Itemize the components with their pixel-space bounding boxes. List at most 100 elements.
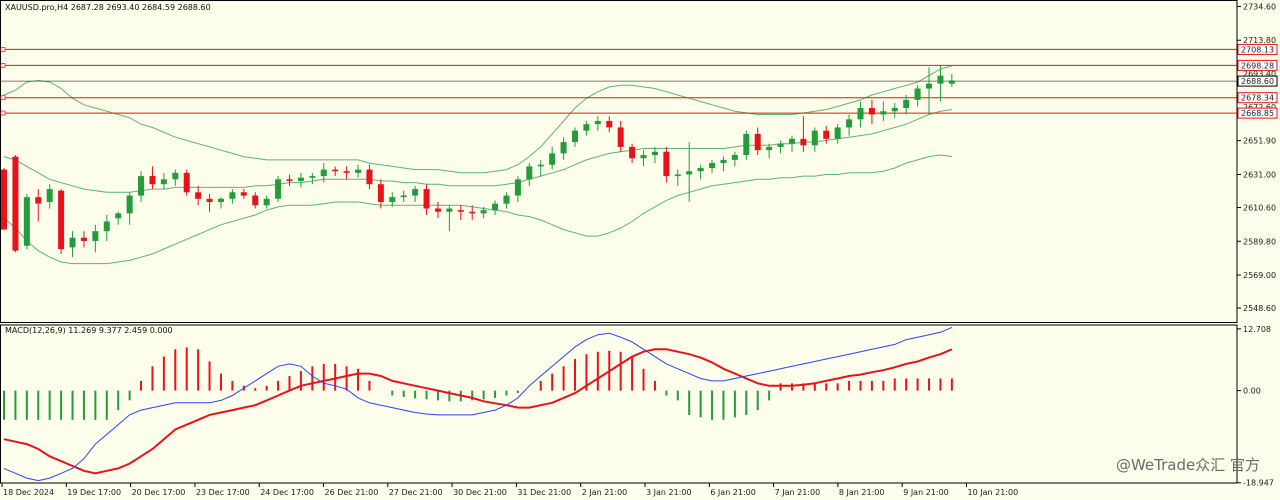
candle-body bbox=[766, 146, 773, 151]
candle-body bbox=[788, 138, 795, 144]
level-price-label: 2708.13 bbox=[1241, 45, 1274, 54]
candle-body bbox=[355, 169, 362, 173]
candle-body bbox=[834, 127, 841, 139]
candle-body bbox=[252, 195, 259, 206]
candle-body bbox=[343, 171, 350, 173]
candle-body bbox=[948, 80, 955, 84]
level-price-label: 2678.34 bbox=[1241, 94, 1274, 103]
candle-body bbox=[35, 197, 42, 204]
time-axis-label: 30 Dec 21:00 bbox=[453, 488, 507, 497]
level-price-label: 2668.85 bbox=[1241, 109, 1274, 118]
candle-body bbox=[206, 198, 213, 203]
candle-body bbox=[640, 155, 647, 159]
time-axis-label: 20 Dec 17:00 bbox=[132, 488, 186, 497]
time-axis-label: 19 Dec 17:00 bbox=[67, 488, 121, 497]
candle-body bbox=[514, 179, 521, 196]
candle-body bbox=[172, 172, 179, 180]
candle-body bbox=[366, 169, 373, 185]
macd-axis-label: 0.00 bbox=[1243, 387, 1261, 396]
candle-body bbox=[480, 210, 487, 214]
candle-body bbox=[880, 111, 887, 115]
level-line-handle[interactable] bbox=[0, 110, 6, 116]
candle-body bbox=[309, 176, 316, 178]
macd-main-line bbox=[3, 326, 953, 482]
candle-body bbox=[1, 169, 7, 230]
time-axis-label: 8 Jan 21:00 bbox=[839, 488, 885, 497]
macd-info: MACD(12,26,9) 11.269 9.377 2.459 0.000 bbox=[5, 326, 173, 335]
candle-body bbox=[423, 189, 430, 209]
symbol-info: XAUUSD.pro,H4 2687.28 2693.40 2684.59 26… bbox=[5, 3, 211, 12]
price-axis-label: 2631.00 bbox=[1243, 170, 1276, 179]
candle-body bbox=[400, 195, 407, 198]
bollinger-upper-line bbox=[3, 65, 953, 174]
candle-body bbox=[823, 130, 830, 139]
candle-body bbox=[217, 198, 224, 203]
time-axis-label: 18 Dec 2024 bbox=[3, 488, 54, 497]
candle-body bbox=[492, 203, 499, 211]
price-axis-label: 2713.80 bbox=[1243, 36, 1276, 45]
candle-body bbox=[857, 108, 864, 120]
level-line-handle[interactable] bbox=[0, 95, 6, 101]
candle-body bbox=[526, 166, 533, 180]
candle-body bbox=[537, 164, 544, 167]
time-axis-label: 9 Jan 21:00 bbox=[903, 488, 949, 497]
time-axis-label: 7 Jan 21:00 bbox=[775, 488, 821, 497]
candle-body bbox=[697, 167, 704, 172]
candle-body bbox=[572, 130, 578, 143]
price-axis-label: 2651.90 bbox=[1243, 137, 1276, 146]
candle-body bbox=[594, 120, 601, 125]
candle-body bbox=[103, 221, 110, 232]
time-axis-label: 26 Dec 21:00 bbox=[325, 488, 379, 497]
candle-body bbox=[138, 176, 145, 196]
candle-body bbox=[777, 143, 784, 147]
candle-body bbox=[92, 231, 99, 241]
candle-body bbox=[731, 155, 738, 160]
candle-body bbox=[891, 108, 898, 112]
time-axis-label: 3 Jan 21:00 bbox=[646, 488, 692, 497]
price-axis-label: 2569.00 bbox=[1243, 271, 1276, 280]
candle-body bbox=[80, 237, 87, 241]
candle-body bbox=[800, 138, 807, 146]
watermark-text: @WeTrade众汇 官方 bbox=[1115, 456, 1260, 474]
price-axis-label: 2610.60 bbox=[1243, 204, 1276, 213]
candle-body bbox=[286, 179, 293, 181]
time-axis-label: 24 Dec 17:00 bbox=[260, 488, 314, 497]
candle-body bbox=[240, 192, 247, 196]
candle-body bbox=[811, 130, 818, 146]
chart-window[interactable]: 2734.60 2713.80 2651.90 2631.00 2610.60 2589.… bbox=[0, 0, 1280, 500]
current-price-label: 2688.60 bbox=[1241, 77, 1274, 86]
macd-axis-label: 12.708 bbox=[1243, 325, 1271, 334]
candle-body bbox=[332, 169, 339, 172]
candle-body bbox=[457, 210, 464, 212]
level-price-label: 2698.28 bbox=[1241, 61, 1274, 70]
level-line-handle[interactable] bbox=[0, 47, 6, 52]
candle-body bbox=[297, 177, 304, 181]
candle-body bbox=[686, 171, 693, 175]
chart-svg[interactable]: 2734.60 2713.80 2651.90 2631.00 2610.60 2589.… bbox=[0, 0, 1280, 500]
candle-body bbox=[937, 75, 944, 84]
candle-body bbox=[663, 151, 670, 177]
candle-body bbox=[903, 99, 910, 108]
candle-body bbox=[914, 88, 921, 100]
candle-body bbox=[754, 133, 761, 151]
candle-body bbox=[263, 198, 270, 206]
candle-body bbox=[23, 197, 30, 246]
candle-body bbox=[229, 192, 236, 199]
time-axis-label: 10 Jan 21:00 bbox=[968, 488, 1019, 497]
time-axis-label: 6 Jan 21:00 bbox=[710, 488, 756, 497]
candle-body bbox=[320, 169, 327, 177]
candle-body bbox=[709, 163, 716, 168]
price-axis-label: 2589.80 bbox=[1243, 237, 1276, 246]
candle-body bbox=[126, 195, 133, 214]
candle-body bbox=[46, 189, 53, 203]
candle-body bbox=[629, 146, 636, 159]
candle-body bbox=[446, 208, 453, 212]
bollinger-middle-line bbox=[3, 109, 952, 193]
level-line-handle[interactable] bbox=[0, 63, 6, 68]
price-axis-label: 2734.60 bbox=[1243, 3, 1276, 12]
candle-body bbox=[160, 179, 167, 185]
macd-signal-line bbox=[3, 348, 953, 475]
candle-body bbox=[58, 190, 65, 250]
candle-body bbox=[846, 119, 853, 128]
candle-body bbox=[183, 172, 190, 193]
